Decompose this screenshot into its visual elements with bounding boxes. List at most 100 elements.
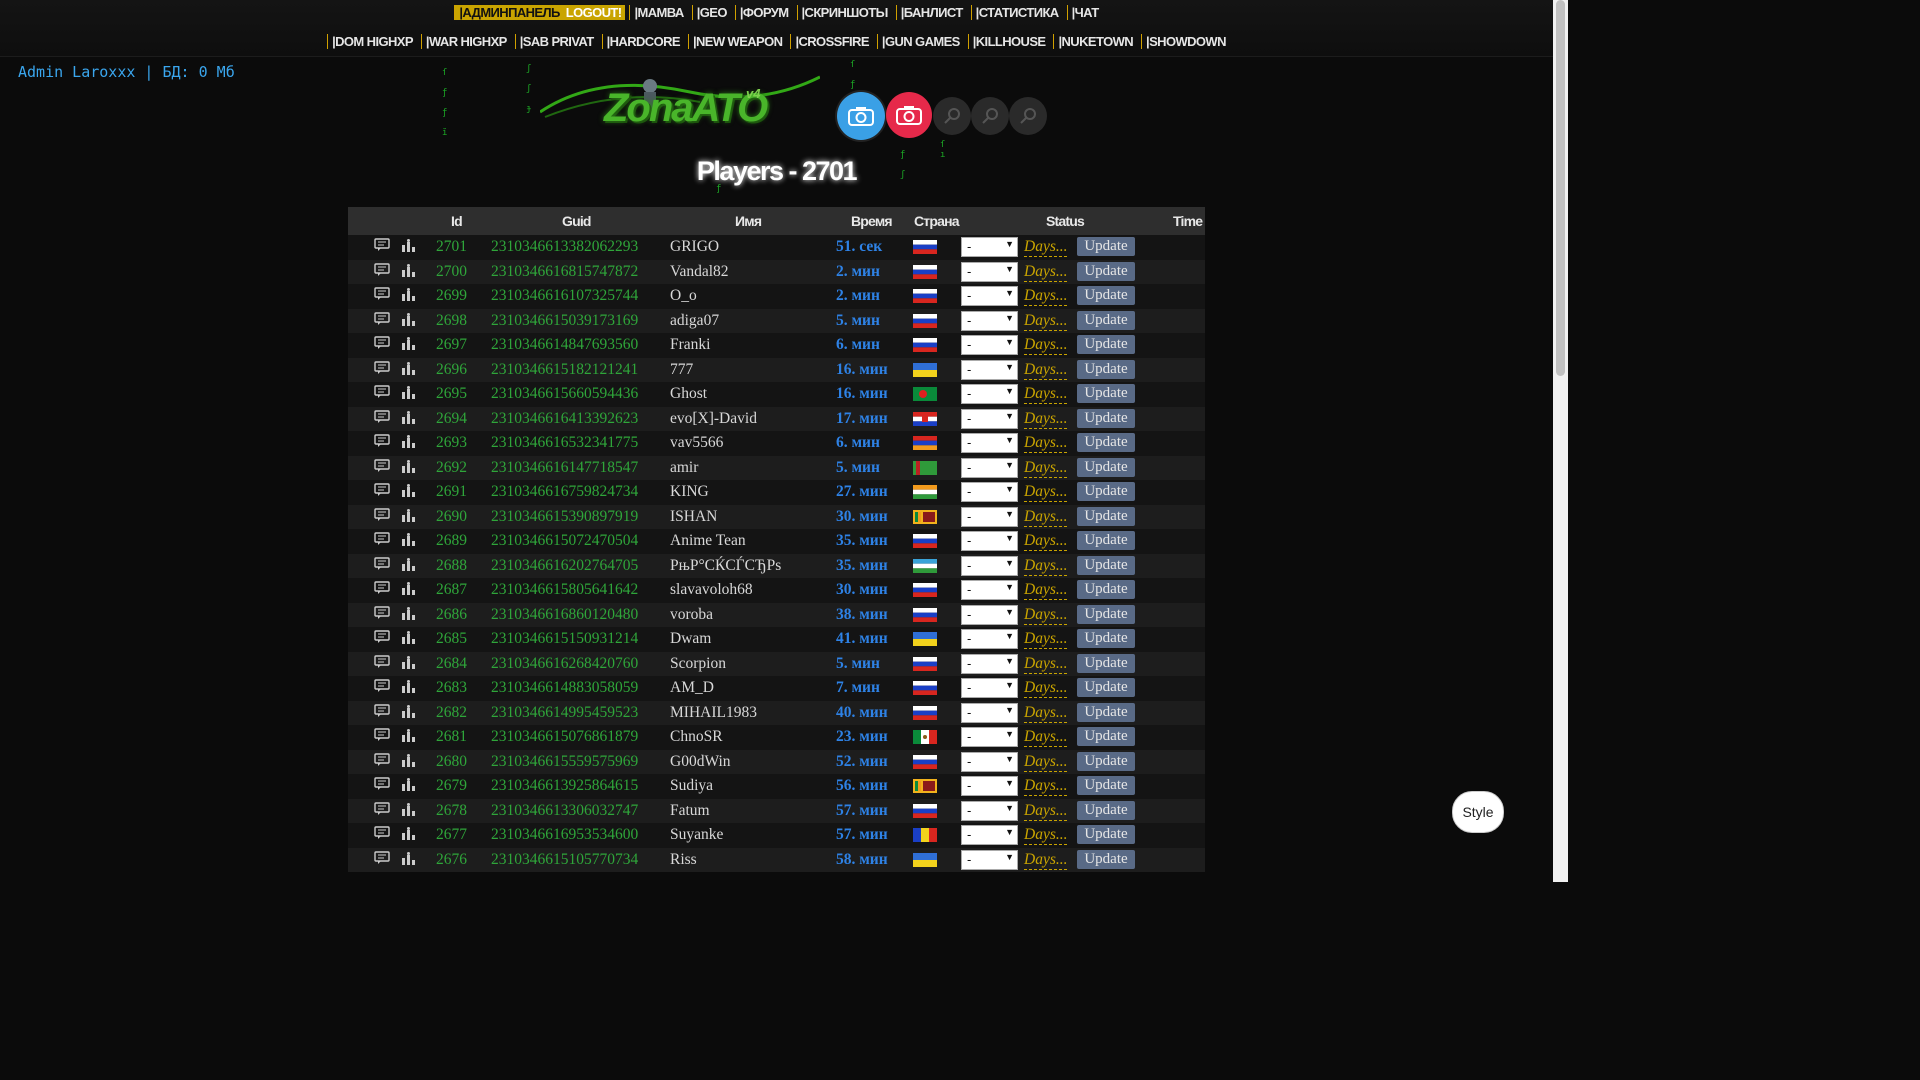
player-name[interactable]: Sudiya	[670, 777, 713, 795]
days-input[interactable]: Days...	[1024, 531, 1068, 551]
status-select[interactable]: - ▼	[961, 800, 1018, 821]
player-name[interactable]: ISHAN	[670, 508, 717, 526]
stats-icon[interactable]	[401, 827, 417, 846]
status-select[interactable]: - ▼	[961, 604, 1018, 625]
days-input[interactable]: Days...	[1024, 605, 1068, 625]
days-input[interactable]: Days...	[1024, 629, 1068, 649]
days-input[interactable]: Days...	[1024, 556, 1068, 576]
nav-link[interactable]: |CROSSFIRE	[790, 34, 872, 49]
stats-icon[interactable]	[401, 557, 417, 577]
message-icon[interactable]	[374, 385, 390, 404]
days-input[interactable]: Days...	[1024, 286, 1068, 306]
stats-icon[interactable]	[401, 263, 417, 283]
logo-text[interactable]: ZonaATO	[604, 86, 768, 131]
update-button[interactable]: Update	[1077, 335, 1135, 354]
player-name[interactable]: vav5566	[670, 434, 723, 452]
update-button[interactable]: Update	[1077, 678, 1135, 697]
stats-icon[interactable]	[401, 680, 417, 699]
message-icon[interactable]	[374, 336, 390, 355]
days-input[interactable]: Days...	[1024, 801, 1068, 821]
player-name[interactable]: Ghost	[670, 385, 707, 403]
stats-icon[interactable]	[401, 239, 417, 258]
message-icon[interactable]	[374, 434, 390, 453]
status-select[interactable]: - ▼	[961, 408, 1018, 429]
message-icon[interactable]	[374, 483, 390, 502]
status-select[interactable]: - ▼	[961, 482, 1018, 502]
stats-icon[interactable]	[401, 729, 417, 748]
player-name[interactable]: evo[X]-David	[670, 410, 757, 428]
stats-icon[interactable]	[401, 435, 417, 454]
player-guid[interactable]: 2310346615660594436	[491, 385, 638, 403]
scrollbar-thumb[interactable]	[1556, 0, 1565, 376]
stats-icon[interactable]	[401, 851, 417, 871]
stats-icon[interactable]	[401, 337, 417, 356]
header-id[interactable]: Id	[451, 213, 463, 229]
logout-link[interactable]: LOGOUT!	[561, 5, 626, 20]
player-guid[interactable]: 2310346616413392623	[491, 410, 638, 428]
header-guid[interactable]: Guid	[562, 213, 591, 229]
message-icon[interactable]	[374, 287, 390, 306]
nav-link[interactable]: |SHOWDOWN	[1141, 34, 1230, 49]
nav-link[interactable]: |HARDCORE	[601, 34, 684, 49]
update-button[interactable]: Update	[1077, 310, 1135, 330]
days-input[interactable]: Days...	[1024, 360, 1068, 380]
days-input[interactable]: Days...	[1024, 311, 1068, 331]
player-guid[interactable]: 2310346616759824734	[491, 483, 638, 501]
update-button[interactable]: Update	[1077, 555, 1135, 575]
update-button[interactable]: Update	[1077, 727, 1135, 746]
message-icon[interactable]	[374, 728, 390, 747]
player-guid[interactable]: 2310346616107325744	[491, 287, 638, 305]
header-time[interactable]: Время	[851, 213, 893, 229]
header-time-col[interactable]: Time	[1173, 213, 1203, 229]
message-icon[interactable]	[374, 556, 390, 576]
player-name[interactable]: Dwam	[670, 630, 711, 648]
player-name[interactable]: Vandal82	[670, 263, 729, 281]
player-name[interactable]: ChnoSR	[670, 728, 723, 746]
message-icon[interactable]	[374, 654, 390, 674]
message-icon[interactable]	[374, 605, 390, 625]
stats-icon[interactable]	[401, 459, 417, 479]
search-icon[interactable]	[971, 97, 1009, 135]
days-input[interactable]: Days...	[1024, 654, 1068, 674]
message-icon[interactable]	[374, 801, 390, 821]
update-button[interactable]: Update	[1077, 751, 1135, 771]
message-icon[interactable]	[374, 507, 390, 527]
days-input[interactable]: Days...	[1024, 237, 1068, 257]
message-icon[interactable]	[374, 262, 390, 282]
player-name[interactable]: Scorpion	[670, 655, 726, 673]
update-button[interactable]: Update	[1077, 702, 1135, 722]
stats-icon[interactable]	[401, 288, 417, 307]
player-guid[interactable]: 2310346614883058059	[491, 679, 638, 697]
stats-icon[interactable]	[401, 484, 417, 503]
status-select[interactable]: - ▼	[961, 825, 1018, 845]
stats-icon[interactable]	[401, 533, 417, 552]
message-icon[interactable]	[374, 703, 390, 723]
player-name[interactable]: O_o	[670, 287, 697, 305]
update-button[interactable]: Update	[1077, 261, 1135, 281]
message-icon[interactable]	[374, 850, 390, 870]
player-guid[interactable]: 2310346615076861879	[491, 728, 638, 746]
status-select[interactable]: - ▼	[961, 776, 1018, 796]
status-select[interactable]: - ▼	[961, 849, 1018, 870]
status-select[interactable]: - ▼	[961, 286, 1018, 306]
player-guid[interactable]: 2310346615805641642	[491, 581, 638, 599]
player-name[interactable]: РњР°СЌСЃСЂРѕ	[670, 557, 781, 575]
stats-icon[interactable]	[401, 778, 417, 797]
status-select[interactable]: - ▼	[961, 310, 1018, 331]
message-icon[interactable]	[374, 777, 390, 796]
stats-icon[interactable]	[401, 508, 417, 528]
status-select[interactable]: - ▼	[961, 433, 1018, 453]
message-icon[interactable]	[374, 311, 390, 331]
stats-icon[interactable]	[401, 655, 417, 675]
nav-link[interactable]: |ФОРУМ	[734, 5, 793, 20]
message-icon[interactable]	[374, 360, 390, 380]
player-guid[interactable]: 2310346615072470504	[491, 532, 638, 550]
status-select[interactable]: - ▼	[961, 531, 1018, 551]
nav-link[interactable]: |GUN GAMES	[876, 34, 964, 49]
days-input[interactable]: Days...	[1024, 335, 1068, 355]
player-guid[interactable]: 2310346614847693560	[491, 336, 638, 354]
update-button[interactable]: Update	[1077, 776, 1135, 795]
update-button[interactable]: Update	[1077, 629, 1135, 648]
player-guid[interactable]: 2310346616953534600	[491, 826, 638, 844]
update-button[interactable]: Update	[1077, 849, 1135, 869]
